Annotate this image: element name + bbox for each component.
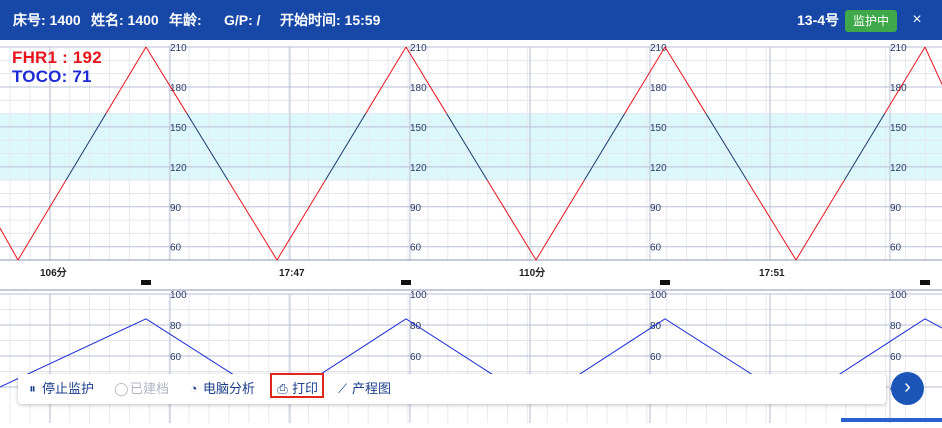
fhr-tick-label: 210 xyxy=(890,43,907,54)
status-badge: 监护中 xyxy=(845,10,897,32)
pause-circle-icon: ⏸ xyxy=(29,381,36,396)
fhr-tick-label: 90 xyxy=(650,203,662,214)
time-marker: 106分 xyxy=(40,266,67,279)
action-toolbar: ⏸ 停止监护 ◯已建档 ◔ 电脑分析 ⎙ 打印 ⟋ 产程图 xyxy=(18,374,886,404)
stop-monitoring-label: 停止监护 xyxy=(42,381,95,396)
event-marker xyxy=(141,280,151,285)
fhr-tick-label: 60 xyxy=(650,243,662,254)
print-highlight xyxy=(270,373,324,398)
time-marker: 17:47 xyxy=(279,268,305,279)
fhr-tick-label: 90 xyxy=(410,203,422,214)
stop-monitoring-button[interactable]: ⏸ 停止监护 xyxy=(26,379,94,399)
room-number: 13-4号 xyxy=(797,12,840,28)
bed-number: 床号: 1400 xyxy=(13,12,81,28)
computer-analysis-label: 电脑分析 xyxy=(203,381,256,396)
fhr-readout: FHR1 : 192 xyxy=(12,48,102,67)
fhr-tick-label: 60 xyxy=(170,243,182,254)
fhr-tick-label: 90 xyxy=(890,203,902,214)
fhr-line-segment xyxy=(624,46,666,114)
event-marker xyxy=(401,280,411,285)
fhr-tick-label: 60 xyxy=(890,243,902,254)
patient-name: 姓名: 1400 xyxy=(91,12,159,28)
monitor-header: 床号: 1400 姓名: 1400 年龄: G/P: / 开始时间: 15:59… xyxy=(0,0,942,40)
toco-tick-label: 80 xyxy=(170,321,182,332)
partogram-button[interactable]: ⟋ 产程图 xyxy=(336,379,391,399)
toco-tick-label: 100 xyxy=(650,290,667,301)
archived-label: 已建档 xyxy=(130,381,170,396)
fhr-tick-label: 180 xyxy=(890,83,907,94)
fetal-monitor-chart: 2101801501209060100806040210180150120906… xyxy=(0,40,942,423)
close-icon[interactable]: × xyxy=(907,8,927,32)
toco-tick-label: 80 xyxy=(890,321,902,332)
fhr-line-segment xyxy=(924,46,942,85)
fhr-tick-label: 120 xyxy=(170,163,187,174)
fhr-tick-label: 90 xyxy=(170,203,182,214)
fhr-line-segment xyxy=(145,46,188,114)
partogram-label: 产程图 xyxy=(352,381,392,396)
fhr-tick-label: 60 xyxy=(410,243,422,254)
toco-tick-label: 100 xyxy=(170,290,187,301)
archived-button: ◯已建档 xyxy=(114,379,169,399)
fhr-line-segment xyxy=(884,46,926,114)
toco-tick-label: 100 xyxy=(410,290,427,301)
toco-tick-label: 100 xyxy=(890,290,907,301)
gravida-para: G/P: / xyxy=(224,12,261,28)
fhr-tick-label: 180 xyxy=(410,83,427,94)
fhr-tick-label: 150 xyxy=(650,123,667,134)
toco-tick-label: 60 xyxy=(170,352,182,363)
start-time: 开始时间: 15:59 xyxy=(280,12,381,28)
toco-tick-label: 60 xyxy=(650,352,662,363)
fhr-tick-label: 150 xyxy=(890,123,907,134)
chevron-right-icon: › xyxy=(904,376,911,398)
event-marker xyxy=(920,280,930,285)
line-chart-icon: ⟋ xyxy=(337,381,348,396)
fhr-line-segment xyxy=(365,46,407,114)
fhr-line-segment xyxy=(0,227,19,261)
fhr-tick-label: 180 xyxy=(170,83,187,94)
event-marker xyxy=(660,280,670,285)
chart-canvas: 2101801501209060100806040210180150120906… xyxy=(0,43,942,423)
fhr-tick-label: 150 xyxy=(410,123,427,134)
fhr-line-segment xyxy=(664,46,707,114)
toco-tick-label: 60 xyxy=(410,352,422,363)
time-marker: 17:51 xyxy=(759,268,785,279)
user-icon: ◯ xyxy=(114,381,129,396)
scroll-progress-bar xyxy=(841,418,942,422)
fhr-tick-label: 120 xyxy=(410,163,427,174)
fhr-tick-label: 210 xyxy=(410,43,427,54)
computer-analysis-button[interactable]: ◔ 电脑分析 xyxy=(187,379,255,399)
fhr-tick-label: 120 xyxy=(650,163,667,174)
fhr-line-segment xyxy=(105,46,147,114)
fhr-normal-band xyxy=(0,113,942,181)
fhr-tick-label: 180 xyxy=(650,83,667,94)
patient-age: 年龄: xyxy=(169,12,202,28)
toco-readout: TOCO: 71 xyxy=(12,67,92,86)
fhr-line-segment xyxy=(405,46,448,114)
toco-tick-label: 60 xyxy=(890,352,902,363)
fhr-tick-label: 210 xyxy=(170,43,187,54)
pie-chart-icon: ◔ xyxy=(189,381,198,396)
next-page-button[interactable]: › xyxy=(891,372,924,405)
fhr-tick-label: 120 xyxy=(890,163,907,174)
time-marker: 110分 xyxy=(519,266,545,279)
fhr-tick-label: 150 xyxy=(170,123,187,134)
